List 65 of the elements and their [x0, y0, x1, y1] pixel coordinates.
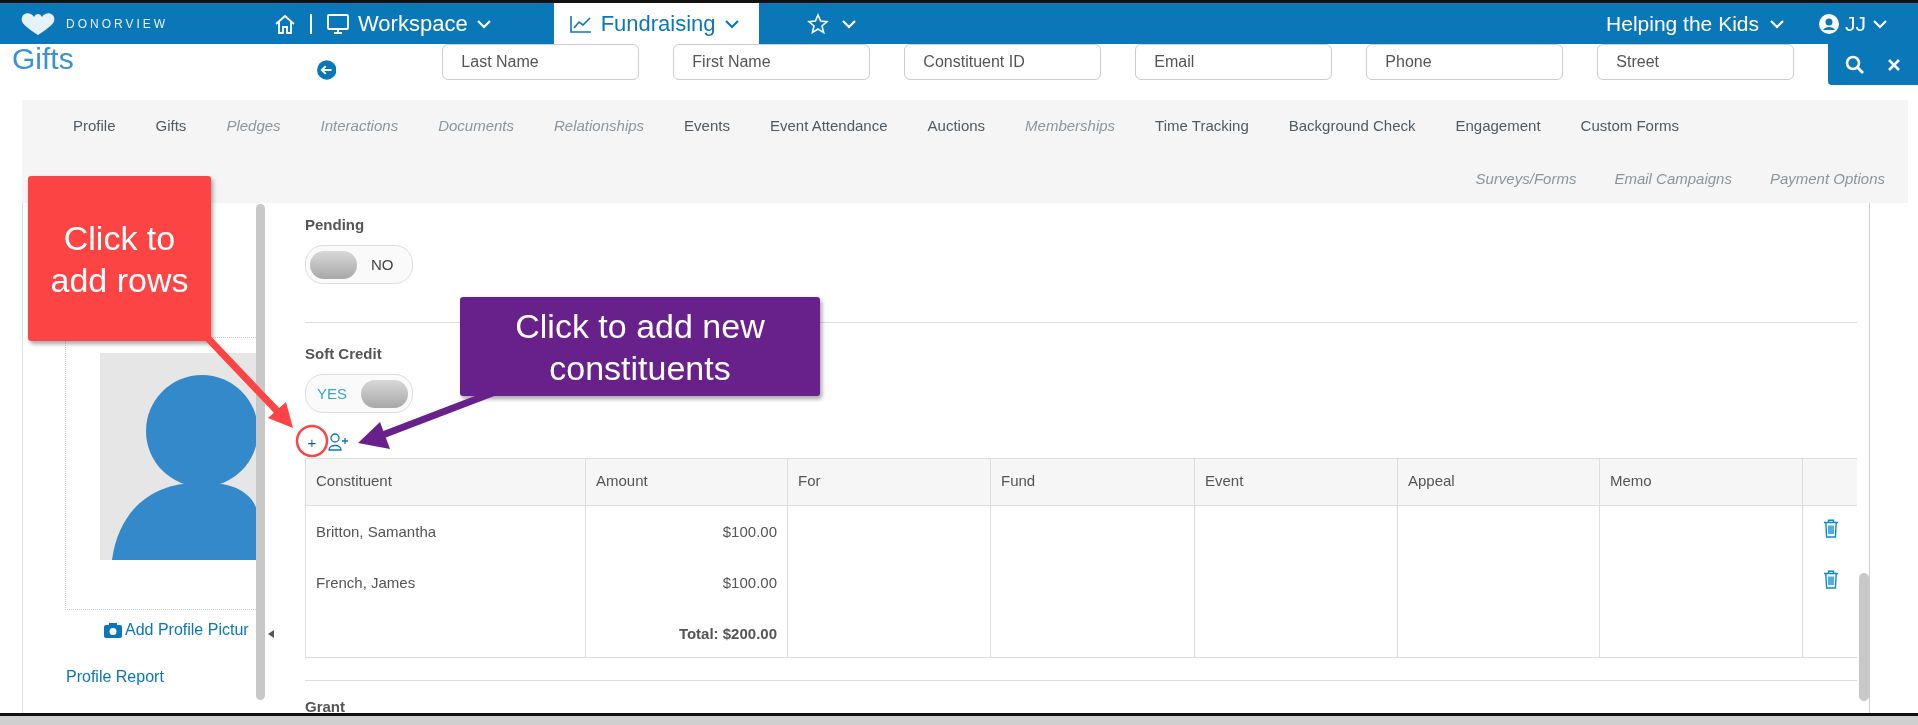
toggle-switch[interactable]: NO: [305, 245, 413, 284]
table-cell-text: $100.00: [721, 522, 778, 541]
favorites-menu[interactable]: [806, 12, 857, 35]
scrollbar[interactable]: [256, 204, 265, 700]
field-label: Grant: [305, 698, 346, 713]
profile-tab[interactable]: Background Check: [1288, 117, 1416, 134]
profile-tab[interactable]: Auctions: [927, 117, 986, 134]
user-icon: [1819, 13, 1839, 34]
profile-report-link[interactable]: Profile Report: [66, 668, 164, 686]
callout-box: Click to add rows: [28, 176, 211, 341]
column-header: Fund: [991, 459, 1195, 505]
chevron-down-icon: [475, 18, 492, 29]
toggle-switch[interactable]: YES: [305, 374, 413, 413]
column-header: Event: [1195, 459, 1398, 505]
table-cell-text: Britton, Samantha: [315, 522, 438, 541]
nav-tab[interactable]: Fundraising: [553, 3, 759, 44]
callout-box: Click to add new constituents: [460, 297, 820, 396]
chevron-down-icon: [723, 18, 740, 29]
table-cell-text: French, James: [315, 573, 417, 592]
monitor-icon: [326, 12, 350, 35]
user-menu[interactable]: JJ: [1819, 11, 1888, 36]
column-header: Appeal: [1398, 459, 1600, 505]
column-header: For: [788, 459, 991, 505]
column-header: Memo: [1600, 459, 1803, 505]
field-label: Pending: [305, 216, 366, 233]
profile-tab[interactable]: Events: [684, 117, 730, 134]
avatar-placeholder-icon: [100, 353, 257, 560]
chevron-down-icon: [1769, 18, 1785, 29]
profile-tab[interactable]: Time Tracking: [1155, 117, 1249, 134]
trash-icon[interactable]: [1822, 519, 1839, 538]
close-icon[interactable]: [1887, 57, 1902, 72]
profile-tab[interactable]: Gifts: [155, 117, 187, 134]
search-field[interactable]: Email: [1135, 44, 1333, 80]
profile-tab[interactable]: Custom Forms: [1580, 117, 1679, 134]
highlight-circle: [295, 424, 329, 458]
column-header: Amount: [586, 459, 788, 505]
total-amount: Total: $200.00: [677, 624, 778, 643]
home-icon[interactable]: [274, 12, 296, 35]
nav-tab[interactable]: Workspace: [326, 3, 506, 44]
trash-icon[interactable]: [1822, 570, 1839, 589]
profile-tab[interactable]: Event Attendance: [769, 117, 888, 134]
field-label: Soft Credit: [305, 345, 383, 362]
star-icon: [806, 12, 829, 35]
add-row-button[interactable]: +: [306, 433, 318, 451]
organization-menu[interactable]: Helping the Kids: [1606, 11, 1785, 36]
line-chart-icon: [568, 13, 593, 34]
scrollbar-thumb[interactable]: [1859, 573, 1869, 701]
search-field[interactable]: Constituent ID: [904, 44, 1102, 80]
add-person-icon[interactable]: [328, 433, 348, 451]
search-field[interactable]: Last Name: [442, 44, 640, 80]
search-field[interactable]: Phone: [1366, 44, 1564, 80]
brand-name: DONORVIEW: [66, 16, 169, 31]
profile-tab[interactable]: Engagement: [1455, 117, 1541, 134]
chevron-down-icon: [1872, 18, 1888, 29]
search-field[interactable]: Street: [1597, 44, 1795, 80]
collapse-arrow-icon[interactable]: [268, 630, 274, 638]
chevron-down-icon: [840, 18, 857, 29]
search-icon[interactable]: [1845, 54, 1866, 75]
table-cell-text: $100.00: [721, 573, 778, 592]
search-field[interactable]: First Name: [673, 44, 871, 80]
profile-tab[interactable]: Profile: [73, 117, 116, 134]
page-title: Gifts: [12, 44, 75, 74]
add-profile-picture-link[interactable]: Add Profile Pictur: [104, 621, 249, 639]
camera-icon: [104, 622, 122, 638]
column-header: Constituent: [306, 459, 586, 505]
